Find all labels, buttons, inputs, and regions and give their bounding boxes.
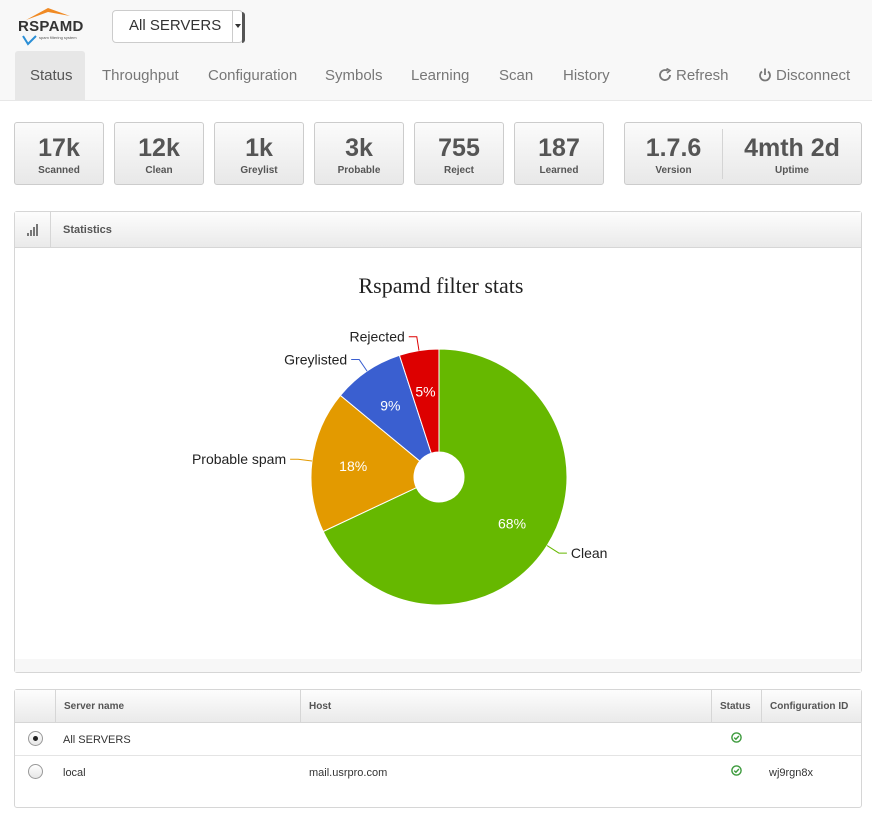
stat-value: 187 — [538, 134, 580, 162]
pie-chart-area: 68% 18% 9% 5% Clean Probable spam Greylisted Re… — [15, 248, 861, 659]
stat-value: 12k — [138, 134, 180, 162]
server-name: local — [63, 767, 86, 779]
server-radio[interactable] — [28, 731, 43, 746]
tab-label: Configuration — [208, 67, 298, 84]
server-select[interactable]: All SERVERS — [112, 10, 245, 43]
tab-throughput[interactable]: Throughput — [87, 51, 194, 101]
disconnect-button[interactable]: Disconnect — [743, 51, 865, 101]
stat-label: Clean — [145, 165, 173, 176]
refresh-icon — [658, 51, 672, 101]
stat-reject: 755 Reject — [414, 122, 504, 185]
table-row[interactable]: All SERVERS — [15, 723, 861, 756]
stat-value: 3k — [345, 134, 373, 162]
panel-title: Statistics — [63, 224, 112, 236]
servers-table: Server name Host Status Configuration ID… — [14, 689, 862, 808]
server-info-group: 1.7.6 Version 4mth 2d Uptime — [624, 122, 862, 185]
table-row[interactable]: local mail.usrpro.com wj9rgn8x — [15, 756, 861, 789]
pie-chart: 68% 18% 9% 5% Clean Probable spam GreylistedRe… — [192, 273, 608, 606]
tab-label: Symbols — [325, 67, 383, 84]
statistics-panel: Statistics 68% 18% 9% 5% Clean Probable spam G… — [14, 211, 862, 673]
check-circle-icon — [731, 732, 742, 743]
stat-value: 1.7.6 — [645, 134, 702, 162]
logo-tagline: spam filtering system — [39, 35, 77, 40]
stat-value: 17k — [38, 134, 80, 162]
tab-learning[interactable]: Learning — [396, 51, 484, 101]
pie-connector-line — [351, 359, 368, 372]
tab-scan[interactable]: Scan — [484, 51, 548, 101]
stat-value: 4mth 2d — [744, 134, 840, 162]
refresh-label: Refresh — [676, 67, 729, 84]
stat-label: Uptime — [775, 165, 809, 176]
stat-greylist: 1k Greylist — [214, 122, 304, 185]
pie-connector-line — [546, 545, 567, 554]
stat-value: 1k — [245, 134, 273, 162]
pie-connector-line — [290, 458, 313, 462]
stat-uptime: 4mth 2d Uptime — [723, 123, 861, 184]
pie-data-label: 68% — [498, 515, 526, 531]
tab-symbols[interactable]: Symbols — [310, 51, 398, 101]
pie-legend-label: Probable spam — [192, 451, 286, 467]
stat-version: 1.7.6 Version — [625, 123, 722, 184]
stat-clean: 12k Clean — [114, 122, 204, 185]
col-config-id: Configuration ID — [761, 690, 861, 723]
table-header: Server name Host Status Configuration ID — [15, 690, 861, 723]
panel-header: Statistics — [15, 212, 861, 248]
stat-probable: 3k Probable — [314, 122, 404, 185]
logo-text: RSPAMD — [18, 18, 84, 35]
tab-label: History — [563, 67, 610, 84]
server-config-id: wj9rgn8x — [769, 767, 814, 779]
server-name: All SERVERS — [63, 734, 131, 746]
stat-label: Greylist — [240, 165, 278, 176]
pie-legend-label: Clean — [571, 545, 608, 561]
stat-value: 755 — [438, 134, 480, 162]
navbar: RSPAMD spam filtering system All SERVERS… — [0, 0, 872, 101]
server-select-value: All SERVERS — [129, 17, 222, 34]
col-server-name: Server name — [55, 690, 300, 723]
chevron-down-icon — [232, 11, 242, 42]
tab-label: Learning — [411, 67, 470, 84]
stat-label: Probable — [337, 165, 381, 176]
col-host: Host — [300, 690, 711, 723]
pie-connector-line — [408, 336, 420, 351]
server-radio[interactable] — [28, 764, 43, 779]
tab-label: Throughput — [102, 67, 179, 84]
col-status: Status — [711, 690, 761, 723]
rspamd-logo: RSPAMD spam filtering system — [18, 6, 84, 46]
stat-label: Scanned — [38, 165, 80, 176]
tab-configuration[interactable]: Configuration — [193, 51, 312, 101]
chart-title: Rspamd filter stats — [359, 273, 524, 298]
refresh-button[interactable]: Refresh — [643, 51, 744, 101]
pie-legend-label: Rejected — [350, 329, 405, 345]
stat-label: Learned — [539, 165, 579, 176]
tab-history[interactable]: History — [548, 51, 625, 101]
check-circle-icon — [731, 765, 742, 776]
tab-label: Status — [30, 67, 73, 84]
stat-label: Version — [655, 165, 692, 176]
tab-status[interactable]: Status — [15, 51, 85, 101]
pie-data-label: 9% — [380, 397, 400, 413]
tab-label: Scan — [499, 67, 534, 84]
pie-data-label: 18% — [339, 458, 367, 474]
stat-learned: 187 Learned — [514, 122, 604, 185]
stat-label: Reject — [443, 165, 474, 176]
signal-bars-icon — [15, 212, 51, 247]
disconnect-label: Disconnect — [776, 67, 851, 84]
stat-scanned: 17k Scanned — [14, 122, 104, 185]
pie-data-label: 5% — [415, 384, 435, 400]
power-icon — [758, 51, 772, 101]
server-host: mail.usrpro.com — [309, 767, 388, 779]
pie-legend-label: Greylisted — [284, 352, 347, 368]
